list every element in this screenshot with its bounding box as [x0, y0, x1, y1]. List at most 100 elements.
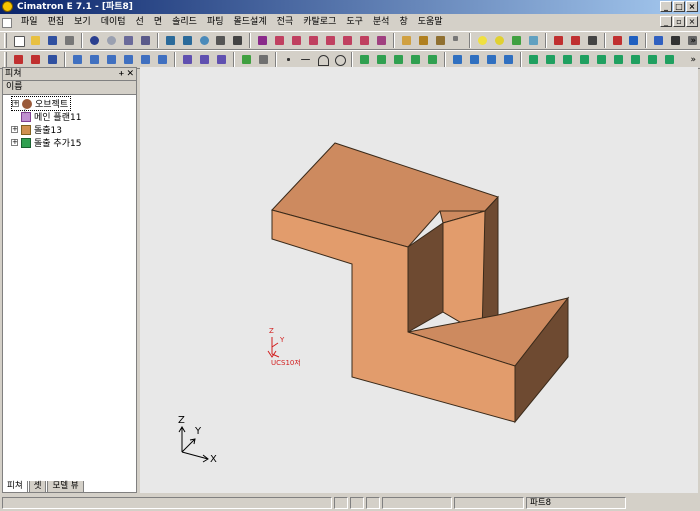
open-icon[interactable] [28, 33, 43, 48]
layers-icon[interactable] [610, 33, 625, 48]
save-icon[interactable] [45, 33, 60, 48]
tree-item-extrude[interactable]: + 돌출13 [11, 123, 62, 136]
solid-model[interactable] [271, 142, 570, 424]
light-icon[interactable] [475, 33, 490, 48]
tree-item-object[interactable]: + 오브젝트 [11, 96, 72, 111]
toolbar-overflow-icon[interactable]: » [690, 36, 696, 46]
paint-icon[interactable] [651, 33, 666, 48]
menu-curve[interactable]: 선 [131, 15, 149, 30]
arc-icon[interactable] [315, 52, 330, 67]
grid-icon[interactable] [509, 33, 524, 48]
view-left-icon[interactable] [323, 33, 338, 48]
minimize-button[interactable]: _ [660, 1, 672, 12]
light2-icon[interactable] [492, 33, 507, 48]
menu-solid[interactable]: 솔리드 [167, 15, 202, 30]
menu-window[interactable]: 창 [394, 15, 412, 30]
forward-arrow-icon[interactable] [568, 33, 583, 48]
surface-tool5-icon[interactable] [594, 52, 609, 67]
solid-tool4-icon[interactable] [501, 52, 516, 67]
dropdown-icon[interactable] [450, 33, 465, 48]
curve-tool5-icon[interactable] [425, 52, 440, 67]
zoom-icon[interactable] [197, 33, 212, 48]
menu-catalog[interactable]: 카탈로그 [298, 15, 341, 30]
model-canvas[interactable]: Z Y UCS10저 Z Y X [140, 67, 698, 493]
redo-icon[interactable] [104, 33, 119, 48]
solid-tool1-icon[interactable] [450, 52, 465, 67]
curve-tool4-icon[interactable] [408, 52, 423, 67]
toolbar-grip[interactable] [4, 33, 7, 48]
tab-model-view[interactable]: 모델 뷰 [47, 481, 84, 493]
view-front-icon[interactable] [289, 33, 304, 48]
menu-view[interactable]: 보기 [69, 15, 96, 30]
maximize-button[interactable]: □ [673, 1, 685, 12]
view-right-icon[interactable] [306, 33, 321, 48]
menu-tools[interactable]: 도구 [341, 15, 368, 30]
filter-all-icon[interactable] [155, 52, 170, 67]
solid-tool2-icon[interactable] [467, 52, 482, 67]
sketch2-icon[interactable] [197, 52, 212, 67]
toolbar-overflow-icon[interactable]: » [690, 55, 696, 65]
circle-icon[interactable] [332, 52, 347, 67]
zoom-window-icon[interactable] [180, 33, 195, 48]
filter-solid-icon[interactable] [121, 52, 136, 67]
menu-electrode[interactable]: 전극 [272, 15, 299, 30]
undo-icon[interactable] [87, 33, 102, 48]
graphics-viewport[interactable]: Z Y UCS10저 Z Y X [140, 67, 698, 493]
transform-icon[interactable] [45, 52, 60, 67]
point-icon[interactable] [281, 52, 296, 67]
toolbar-grip[interactable] [4, 52, 7, 67]
view-back-icon[interactable] [340, 33, 355, 48]
mdi-close-button[interactable]: × [686, 16, 698, 27]
menu-mold-design[interactable]: 몰드설계 [229, 15, 272, 30]
document-icon[interactable] [2, 17, 12, 28]
expand-icon[interactable]: + [11, 139, 18, 146]
ucs-marker[interactable] [267, 337, 280, 358]
filter-curve-icon[interactable] [87, 52, 102, 67]
menu-datum[interactable]: 데이텀 [96, 15, 131, 30]
tree-item-main-plane[interactable]: 메인 플랜11 [21, 110, 81, 123]
pick-icon[interactable] [11, 52, 26, 67]
tab-feature[interactable]: 피쳐 [2, 481, 28, 493]
surface-tool4-icon[interactable] [577, 52, 592, 67]
curve-tool2-icon[interactable] [374, 52, 389, 67]
surface-tool6-icon[interactable] [611, 52, 626, 67]
menu-parting[interactable]: 파팅 [202, 15, 229, 30]
link-icon[interactable] [121, 33, 136, 48]
new-icon[interactable] [11, 33, 26, 48]
filter-icon[interactable] [526, 33, 541, 48]
mdi-restore-button[interactable]: ▫ [673, 16, 685, 27]
print-icon[interactable] [62, 33, 77, 48]
brush-icon[interactable] [668, 33, 683, 48]
menu-file[interactable]: 파일 [16, 15, 43, 30]
wireframe-icon[interactable] [399, 33, 414, 48]
color-icon[interactable] [626, 33, 641, 48]
menu-analysis[interactable]: 분석 [368, 15, 395, 30]
menu-surface[interactable]: 면 [149, 15, 167, 30]
menu-edit[interactable]: 편집 [43, 15, 70, 30]
curve-tool3-icon[interactable] [391, 52, 406, 67]
expand-icon[interactable]: + [12, 100, 19, 107]
filter-edge-icon[interactable] [138, 52, 153, 67]
surface-tool8-icon[interactable] [645, 52, 660, 67]
pan-icon[interactable] [213, 33, 228, 48]
filter-face-icon[interactable] [104, 52, 119, 67]
sketch3-icon[interactable] [214, 52, 229, 67]
delete-icon[interactable] [28, 52, 43, 67]
solid-tool3-icon[interactable] [484, 52, 499, 67]
panel-pin-close-icon[interactable]: ᚐ ✕ [119, 68, 134, 80]
tab-set[interactable]: 셋 [28, 481, 47, 493]
select-icon[interactable] [585, 33, 600, 48]
surface-tool3-icon[interactable] [560, 52, 575, 67]
contour-icon[interactable] [256, 52, 271, 67]
filter-point-icon[interactable] [70, 52, 85, 67]
chain-icon[interactable] [138, 33, 153, 48]
back-arrow-icon[interactable] [551, 33, 566, 48]
zoom-all-icon[interactable] [163, 33, 178, 48]
column-header[interactable]: 이름 [3, 81, 136, 95]
view-top-icon[interactable] [272, 33, 287, 48]
surface-tool7-icon[interactable] [628, 52, 643, 67]
line-icon[interactable] [298, 52, 313, 67]
render-icon[interactable] [433, 33, 448, 48]
view-iso-icon[interactable] [255, 33, 270, 48]
rotate-icon[interactable] [230, 33, 245, 48]
